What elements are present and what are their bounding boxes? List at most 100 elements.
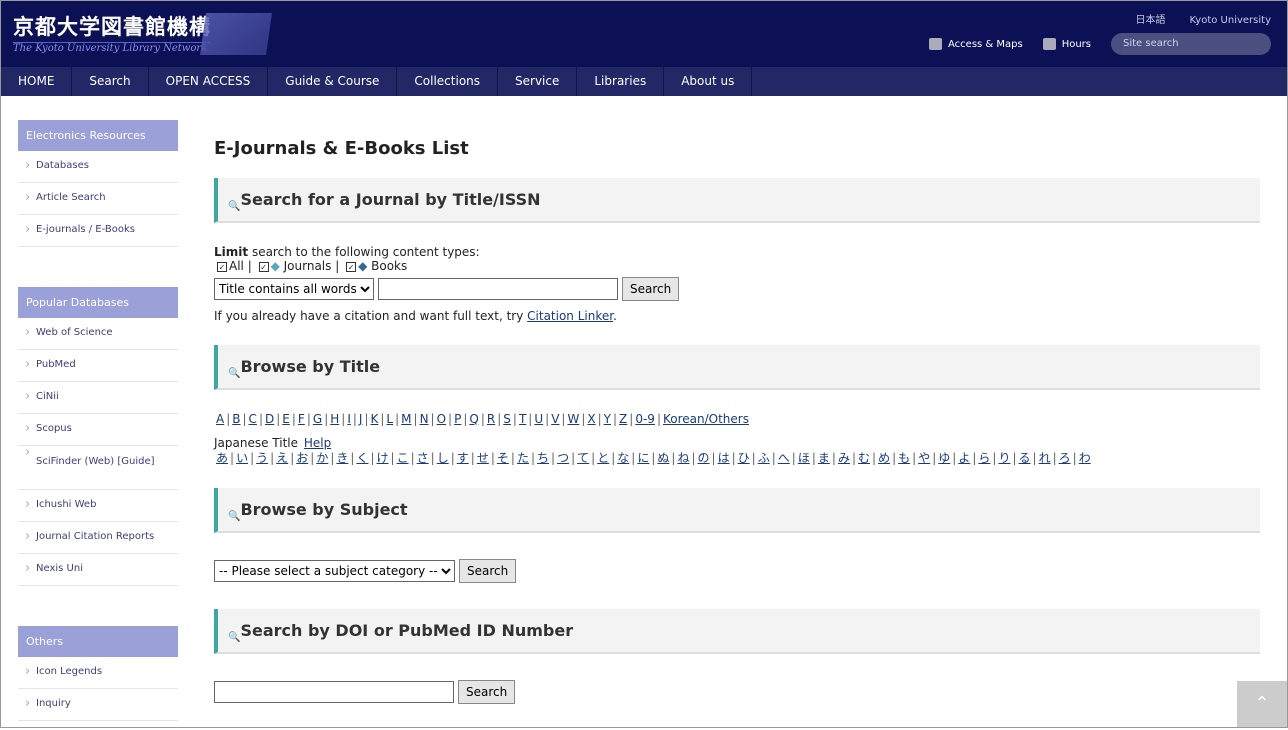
browse-link[interactable]: ま (818, 451, 830, 465)
browse-link[interactable]: さ (417, 451, 429, 465)
browse-link[interactable]: ろ (1059, 451, 1071, 465)
browse-link[interactable]: や (918, 451, 930, 465)
sidebar-item[interactable]: PubMed (18, 350, 178, 382)
browse-link[interactable]: A (216, 412, 224, 426)
browse-link[interactable]: う (256, 451, 268, 465)
browse-link[interactable]: R (487, 412, 495, 426)
all-checkbox[interactable]: ✓ (217, 262, 227, 272)
browse-link[interactable]: る (1019, 451, 1031, 465)
sidebar-item[interactable]: Web of Science (18, 318, 178, 350)
browse-link[interactable]: 0-9 (635, 412, 655, 426)
browse-link[interactable]: ぬ (657, 451, 669, 465)
nav-item[interactable]: Libraries (577, 67, 665, 96)
subject-select[interactable]: -- Please select a subject category -- (214, 560, 455, 582)
sidebar-item[interactable]: Journal Citation Reports (18, 522, 178, 554)
browse-link[interactable]: P (454, 412, 461, 426)
nav-item[interactable]: Service (498, 67, 578, 96)
sidebar-item[interactable]: Scopus (18, 414, 178, 446)
browse-link[interactable]: ゆ (938, 451, 950, 465)
browse-link[interactable]: な (617, 451, 629, 465)
browse-link[interactable]: も (898, 451, 910, 465)
browse-link[interactable]: ら (978, 451, 990, 465)
browse-link[interactable]: か (316, 451, 328, 465)
sidebar-item[interactable]: Ichushi Web (18, 490, 178, 522)
citation-linker-link[interactable]: Citation Linker (527, 309, 613, 323)
subject-search-button[interactable]: Search (459, 559, 517, 583)
sidebar-item[interactable]: SciFinder (Web) [Guide] (18, 446, 178, 490)
browse-link[interactable]: し (437, 451, 449, 465)
browse-link[interactable]: む (858, 451, 870, 465)
browse-link[interactable]: け (377, 451, 389, 465)
browse-link[interactable]: あ (216, 451, 228, 465)
browse-link[interactable]: D (265, 412, 274, 426)
title-match-select[interactable]: Title contains all words (214, 278, 374, 300)
nav-item[interactable]: Guide & Course (268, 67, 398, 96)
books-checkbox[interactable]: ✓ (346, 262, 357, 272)
browse-link[interactable]: L (386, 412, 393, 426)
browse-link[interactable]: と (597, 451, 609, 465)
browse-link[interactable]: り (998, 451, 1010, 465)
title-search-button[interactable]: Search (622, 277, 680, 301)
browse-link[interactable]: つ (557, 451, 569, 465)
access-maps-link[interactable]: Access & Maps (929, 38, 1023, 50)
browse-link[interactable]: E (282, 412, 290, 426)
browse-link[interactable]: K (371, 412, 379, 426)
kyoto-university-link[interactable]: Kyoto University (1189, 15, 1271, 26)
browse-link[interactable]: Z (619, 412, 627, 426)
browse-link[interactable]: た (517, 451, 529, 465)
browse-link[interactable]: F (298, 412, 305, 426)
sidebar-item[interactable]: CiNii (18, 382, 178, 414)
browse-link[interactable]: そ (497, 451, 509, 465)
browse-link[interactable]: へ (778, 451, 790, 465)
browse-link[interactable]: せ (477, 451, 489, 465)
help-link[interactable]: Help (304, 436, 331, 450)
sidebar-item[interactable]: E-journals / E-Books (18, 215, 178, 247)
browse-link[interactable]: B (232, 412, 240, 426)
nav-item[interactable]: HOME (1, 67, 73, 96)
browse-link[interactable]: わ (1079, 451, 1091, 465)
browse-link[interactable]: O (437, 412, 446, 426)
browse-link[interactable]: Q (469, 412, 478, 426)
nav-item[interactable]: Search (72, 67, 149, 96)
browse-link[interactable]: め (878, 451, 890, 465)
browse-link[interactable]: ち (537, 451, 549, 465)
browse-link[interactable]: U (534, 412, 543, 426)
browse-link[interactable]: こ (397, 451, 409, 465)
browse-link[interactable]: S (503, 412, 511, 426)
browse-link[interactable]: く (356, 451, 368, 465)
doi-input[interactable] (214, 681, 454, 703)
hours-link[interactable]: Hours (1042, 38, 1091, 50)
browse-link[interactable]: ね (677, 451, 689, 465)
browse-link[interactable]: X (587, 412, 595, 426)
browse-link[interactable]: て (577, 451, 589, 465)
browse-link[interactable]: み (838, 451, 850, 465)
browse-link[interactable]: お (296, 451, 308, 465)
browse-link[interactable]: I (347, 412, 351, 426)
browse-link[interactable]: の (698, 451, 710, 465)
browse-link[interactable]: M (401, 412, 411, 426)
title-search-input[interactable] (378, 278, 618, 300)
sidebar-item[interactable]: Nexis Uni (18, 554, 178, 586)
browse-link[interactable]: ふ (758, 451, 770, 465)
browse-link[interactable]: は (718, 451, 730, 465)
nav-item[interactable]: OPEN ACCESS (149, 67, 269, 96)
sidebar-item[interactable]: Icon Legends (18, 657, 178, 689)
sidebar-item[interactable]: Article Search (18, 183, 178, 215)
browse-link[interactable]: Korean/Others (663, 412, 749, 426)
sidebar-item[interactable]: Databases (18, 151, 178, 183)
browse-link[interactable]: い (236, 451, 248, 465)
browse-link[interactable]: J (359, 412, 363, 426)
browse-link[interactable]: N (420, 412, 429, 426)
browse-link[interactable]: G (313, 412, 322, 426)
nav-item[interactable]: Collections (397, 67, 499, 96)
browse-link[interactable]: C (249, 412, 257, 426)
sidebar-item[interactable]: Inquiry (18, 689, 178, 721)
nav-item[interactable]: About us (664, 67, 753, 96)
browse-link[interactable]: よ (958, 451, 970, 465)
logo[interactable]: 京都大学図書館機構 The Kyoto University Library N… (13, 11, 211, 54)
doi-search-button[interactable]: Search (458, 680, 516, 704)
browse-link[interactable]: に (637, 451, 649, 465)
browse-link[interactable]: T (519, 412, 526, 426)
journals-checkbox[interactable]: ✓ (258, 262, 269, 272)
browse-link[interactable]: H (330, 412, 339, 426)
